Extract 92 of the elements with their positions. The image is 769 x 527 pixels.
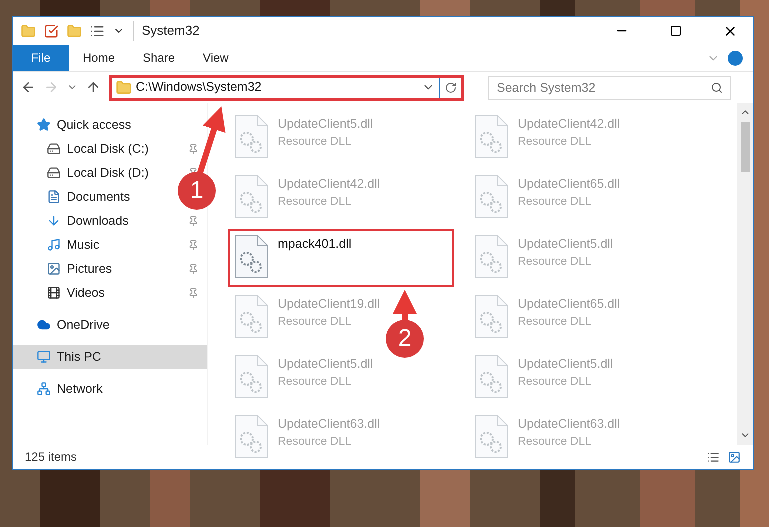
file-type: Resource DLL: [518, 374, 593, 390]
file-name: UpdateClient5.dll: [518, 236, 614, 253]
maximize-icon: [670, 25, 682, 37]
sidebar-label: OneDrive: [57, 316, 110, 334]
sidebar-label: Quick access: [57, 116, 132, 134]
file-type: Resource DLL: [278, 194, 353, 210]
star-icon: [37, 118, 51, 132]
sidebar-label: Documents: [67, 188, 130, 206]
settings-file-icon: [474, 295, 510, 339]
sidebar-item[interactable]: Quick access: [13, 113, 177, 137]
help-icon[interactable]: [728, 50, 743, 66]
sidebar-item[interactable]: Network: [13, 377, 177, 401]
sidebar-item[interactable]: Pictures: [13, 257, 177, 281]
annotation-arrow: [393, 290, 417, 322]
file-menu-tab[interactable]: File: [13, 45, 69, 71]
sidebar-label: This PC: [57, 348, 102, 366]
item-count: 125 items: [25, 449, 78, 466]
back-icon[interactable]: [21, 80, 36, 95]
file-type: Resource DLL: [518, 194, 593, 210]
details-view-icon[interactable]: [707, 450, 720, 464]
settings-file-icon: [234, 235, 270, 279]
settings-file-icon: [234, 355, 270, 399]
file-name: UpdateClient63.dll: [278, 416, 380, 433]
ribbon-tab[interactable]: View: [189, 45, 243, 71]
file-name: UpdateClient63.dll: [518, 416, 620, 433]
settings-file-icon: [234, 415, 270, 459]
sidebar-label: Local Disk (C:): [67, 140, 149, 158]
up-icon[interactable]: [86, 80, 101, 95]
address-path: C:\Windows\System32: [136, 79, 263, 96]
download-arrow-icon: [47, 214, 61, 228]
file-name: mpack401.dll: [278, 236, 352, 253]
settings-file-icon: [474, 175, 510, 219]
settings-file-icon: [474, 235, 510, 279]
file-name: UpdateClient65.dll: [518, 176, 620, 193]
network-icon: [37, 382, 51, 396]
sidebar-item[interactable]: Music: [13, 233, 177, 257]
cloud-icon: [37, 318, 51, 332]
sidebar-label: Downloads: [67, 212, 129, 230]
settings-file-icon: [234, 175, 270, 219]
monitor-icon: [37, 350, 51, 364]
sidebar-label: Local Disk (D:): [67, 164, 149, 182]
list-icon[interactable]: [90, 24, 105, 38]
document-icon: [47, 190, 61, 204]
file-name: UpdateClient42.dll: [278, 176, 380, 193]
file-item[interactable]: mpack401.dll: [228, 229, 454, 287]
settings-file-icon: [474, 115, 510, 159]
file-type: Resource DLL: [278, 134, 353, 150]
file-type: Resource DLL: [518, 434, 593, 450]
file-name: UpdateClient5.dll: [278, 356, 374, 373]
picture-icon: [47, 262, 61, 276]
drive-icon: [47, 166, 61, 180]
file-type: Resource DLL: [518, 254, 593, 270]
file-type: Resource DLL: [518, 134, 593, 150]
file-type: Resource DLL: [278, 314, 353, 330]
search-field[interactable]: Search System32: [488, 76, 731, 100]
music-note-icon: [47, 238, 61, 252]
drive-icon: [47, 142, 61, 156]
sidebar-label: Network: [57, 380, 103, 398]
sidebar-item[interactable]: Videos: [13, 281, 177, 305]
file-type: Resource DLL: [278, 434, 353, 450]
large-icons-view-icon[interactable]: [728, 450, 741, 464]
file-name: UpdateClient19.dll: [278, 296, 380, 313]
sidebar-item[interactable]: Downloads: [13, 209, 177, 233]
address-field[interactable]: C:\Windows\System32: [109, 74, 464, 100]
ribbon-tab[interactable]: Home: [69, 45, 130, 71]
file-type: Resource DLL: [518, 314, 593, 330]
settings-file-icon: [474, 415, 510, 459]
scroll-thumb[interactable]: [740, 122, 750, 172]
settings-file-icon: [234, 115, 270, 159]
file-name: UpdateClient5.dll: [278, 116, 374, 133]
file-type: Resource DLL: [278, 374, 353, 390]
settings-file-icon: [234, 295, 270, 339]
checklist-icon[interactable]: [44, 24, 59, 38]
sidebar-label: Music: [67, 236, 100, 254]
sidebar-label: Pictures: [67, 260, 112, 278]
ribbon-tab[interactable]: Share: [129, 45, 190, 71]
film-icon: [47, 286, 61, 300]
file-name: UpdateClient5.dll: [518, 356, 614, 373]
scrollbar[interactable]: [737, 103, 753, 445]
file-name: UpdateClient42.dll: [518, 116, 620, 133]
sidebar-item[interactable]: Local Disk (D:): [13, 161, 177, 185]
sidebar-item[interactable]: Local Disk (C:): [13, 137, 177, 161]
settings-file-icon: [474, 355, 510, 399]
sidebar-label: Videos: [67, 284, 105, 302]
sidebar-item[interactable]: OneDrive: [13, 313, 177, 337]
annotation-arrow: [197, 106, 226, 175]
refresh-icon: [444, 82, 456, 94]
folder-icon: [116, 80, 132, 96]
file-name: UpdateClient65.dll: [518, 296, 620, 313]
window-title: System32: [133, 21, 200, 41]
search-icon: [711, 82, 723, 94]
sidebar-item[interactable]: Documents: [13, 185, 177, 209]
